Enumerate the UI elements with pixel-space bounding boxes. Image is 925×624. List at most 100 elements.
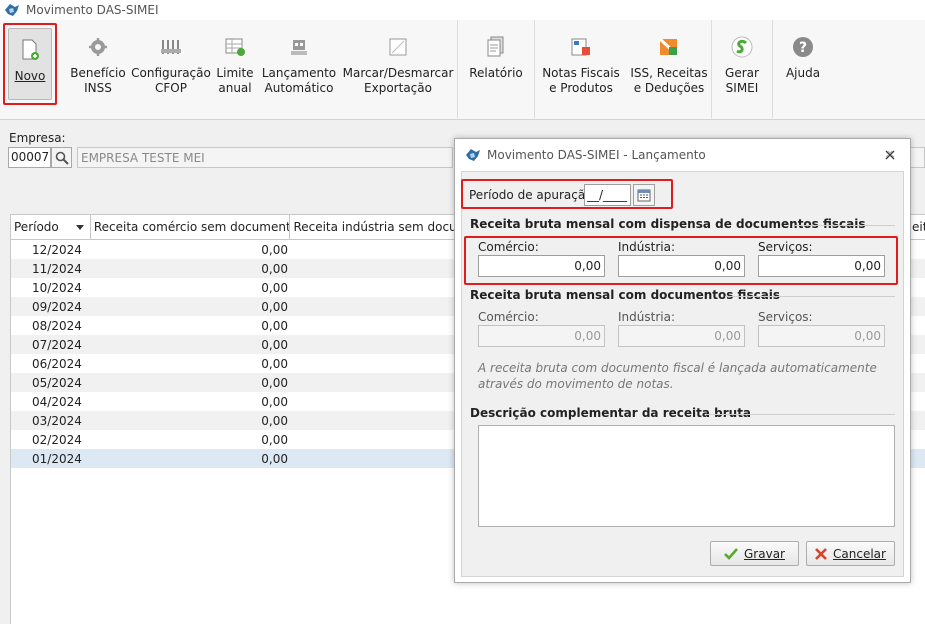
empresa-code-input[interactable]: 00007 xyxy=(8,147,51,168)
sec1-industria-input[interactable]: 0,00 xyxy=(618,255,745,277)
cell-periodo: 06/2024 xyxy=(32,357,82,371)
cell-receita-comercio: 0,00 xyxy=(261,281,288,295)
simei-logo-icon xyxy=(731,36,753,58)
novo-button[interactable]: Novo xyxy=(8,28,52,100)
column-periodo[interactable]: Período xyxy=(11,215,91,239)
sec2-divider xyxy=(725,296,895,297)
dialog-body: Período de apuração: __/____ Receita bru… xyxy=(461,171,904,577)
x-icon xyxy=(815,547,827,560)
check-icon xyxy=(724,547,738,560)
toolbar: Novo Benefício INSS Configuração CFOP Li… xyxy=(0,20,925,120)
sec2-industria-label: Indústria: xyxy=(618,310,675,324)
notas-fiscais-button[interactable]: Notas Fiscais e Produtos xyxy=(535,20,627,118)
empresa-name-field: EMPRESA TESTE MEI xyxy=(77,147,453,168)
cell-receita-comercio: 0,00 xyxy=(261,414,288,428)
calendar-button[interactable] xyxy=(633,184,655,206)
app-logo-icon xyxy=(466,149,480,161)
cell-periodo: 03/2024 xyxy=(32,414,82,428)
robot-icon xyxy=(288,36,310,58)
gerar-simei-button[interactable]: Gerar SIMEI xyxy=(712,20,772,118)
iss-receitas-label: ISS, Receitas e Deduções xyxy=(630,66,708,95)
ajuda-label: Ajuda xyxy=(785,66,821,80)
help-icon: ? xyxy=(792,36,814,58)
descricao-textarea[interactable] xyxy=(478,425,895,527)
relatorio-label: Relatório xyxy=(469,66,523,80)
gear-icon xyxy=(87,36,109,58)
cell-periodo: 01/2024 xyxy=(32,452,82,466)
limite-anual-button[interactable]: Limite anual xyxy=(211,20,259,118)
empresa-label: Empresa: xyxy=(9,131,66,145)
sec2-servicos-input: 0,00 xyxy=(758,325,885,347)
window-title: Movimento DAS-SIMEI xyxy=(26,3,159,17)
settings-sliders-icon xyxy=(160,36,182,58)
auto-note: A receita bruta com documento fiscal é l… xyxy=(478,361,877,391)
cell-receita-comercio: 0,00 xyxy=(261,300,288,314)
empresa-search-button[interactable] xyxy=(51,147,72,168)
gravar-button[interactable]: Gravar xyxy=(710,541,799,566)
lancamento-automatico-button[interactable]: Lançamento Automático xyxy=(259,20,339,118)
notas-fiscais-label: Notas Fiscais e Produtos xyxy=(542,66,620,95)
sec2-industria-input: 0,00 xyxy=(618,325,745,347)
cell-receita-comercio: 0,00 xyxy=(261,376,288,390)
tax-document-icon xyxy=(658,36,680,58)
cell-periodo: 07/2024 xyxy=(32,338,82,352)
periodo-input[interactable]: __/____ xyxy=(584,184,631,206)
sec1-comercio-input[interactable]: 0,00 xyxy=(478,255,605,277)
cell-periodo: 08/2024 xyxy=(32,319,82,333)
novo-highlight: Novo xyxy=(3,23,57,105)
calendar-icon xyxy=(637,189,651,202)
lancamento-automatico-label: Lançamento Automático xyxy=(261,66,337,95)
sec2-comercio-label: Comércio: xyxy=(478,310,539,324)
cell-receita-comercio: 0,00 xyxy=(261,395,288,409)
cell-receita-comercio: 0,00 xyxy=(261,319,288,333)
iss-receitas-button[interactable]: ISS, Receitas e Deduções xyxy=(627,20,711,118)
cell-receita-comercio: 0,00 xyxy=(261,262,288,276)
cell-receita-comercio: 0,00 xyxy=(261,243,288,257)
marcar-desmarcar-exportacao-button[interactable]: Marcar/Desmarcar Exportação xyxy=(339,20,457,118)
descricao-divider xyxy=(707,414,895,415)
ajuda-button[interactable]: ? Ajuda xyxy=(773,20,833,118)
cancelar-button[interactable]: Cancelar xyxy=(806,541,895,566)
configuracao-cfop-button[interactable]: Configuração CFOP xyxy=(131,20,211,118)
cancelar-label: Cancelar xyxy=(833,546,886,561)
cell-periodo: 12/2024 xyxy=(32,243,82,257)
beneficio-inss-button[interactable]: Benefício INSS xyxy=(65,20,131,118)
dialog-titlebar: Movimento DAS-SIMEI - Lançamento xyxy=(455,139,910,171)
cell-receita-comercio: 0,00 xyxy=(261,357,288,371)
report-icon xyxy=(485,36,507,58)
sec1-comercio-label: Comércio: xyxy=(478,240,539,254)
search-icon xyxy=(55,151,69,165)
marcar-desmarcar-label: Marcar/Desmarcar Exportação xyxy=(342,66,454,95)
beneficio-inss-label: Benefício INSS xyxy=(70,66,126,95)
sec1-servicos-label: Serviços: xyxy=(758,240,813,254)
cell-periodo: 04/2024 xyxy=(32,395,82,409)
spreadsheet-add-icon xyxy=(224,36,246,58)
limite-anual-label: Limite anual xyxy=(216,66,254,95)
cell-periodo: 05/2024 xyxy=(32,376,82,390)
new-document-icon xyxy=(19,39,41,61)
configuracao-cfop-label: Configuração CFOP xyxy=(131,66,211,95)
novo-label: Novo xyxy=(14,69,46,83)
cell-periodo: 09/2024 xyxy=(32,300,82,314)
sec2-title: Receita bruta mensal com documentos fisc… xyxy=(470,288,781,302)
sec2-servicos-label: Serviços: xyxy=(758,310,813,324)
checkbox-icon xyxy=(387,36,409,58)
cell-periodo: 11/2024 xyxy=(32,262,82,276)
column-receita-comercio[interactable]: Receita comércio sem documento xyxy=(91,215,291,239)
invoice-icon xyxy=(570,36,592,58)
window-titlebar: Movimento DAS-SIMEI xyxy=(0,0,925,20)
app-logo-icon xyxy=(5,4,19,16)
sec1-servicos-input[interactable]: 0,00 xyxy=(758,255,885,277)
cell-receita-comercio: 0,00 xyxy=(261,433,288,447)
cell-periodo: 10/2024 xyxy=(32,281,82,295)
periodo-label: Período de apuração: xyxy=(469,188,597,202)
svg-text:?: ? xyxy=(799,40,807,56)
gerar-simei-label: Gerar SIMEI xyxy=(725,66,759,95)
gravar-label: Gravar xyxy=(744,546,785,561)
sort-arrow-icon xyxy=(75,225,84,230)
descricao-title: Descrição complementar da receita bruta xyxy=(470,406,752,420)
close-icon[interactable] xyxy=(884,149,896,161)
sec2-comercio-input: 0,00 xyxy=(478,325,605,347)
sec1-title: Receita bruta mensal com dispensa de doc… xyxy=(470,217,866,231)
relatorio-button[interactable]: Relatório xyxy=(458,20,534,118)
